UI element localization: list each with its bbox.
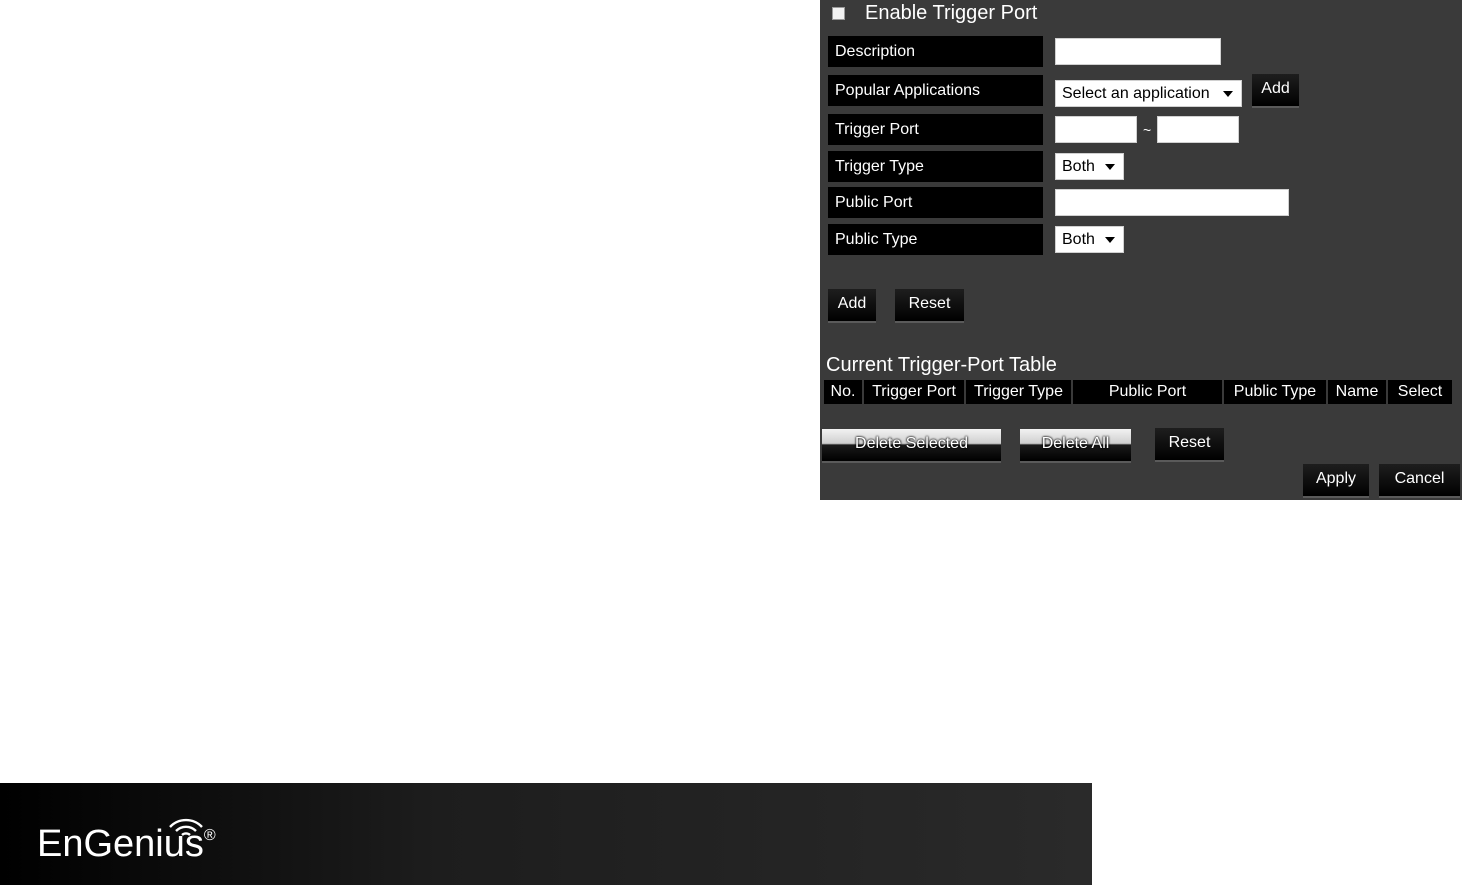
footer-bar: EnGenius® xyxy=(0,783,1092,885)
trigger-port-to-input[interactable] xyxy=(1157,116,1239,143)
public-port-label: Public Port xyxy=(828,187,1043,218)
column-header-public-port: Public Port xyxy=(1073,380,1222,404)
column-header-name: Name xyxy=(1328,380,1386,404)
caret-down-icon xyxy=(1223,91,1233,97)
delete-selected-button[interactable]: Delete Selected xyxy=(822,429,1001,461)
engenius-logo: EnGenius® xyxy=(37,823,216,866)
cancel-button[interactable]: Cancel xyxy=(1379,464,1460,496)
table-header: No. Trigger Port Trigger Type Public Por… xyxy=(824,380,1454,404)
delete-all-button[interactable]: Delete All xyxy=(1020,429,1131,461)
application-select-value: Select an application xyxy=(1062,85,1210,102)
add-application-button[interactable]: Add xyxy=(1252,74,1299,106)
trigger-port-panel: Enable Trigger Port Description Popular … xyxy=(820,0,1462,500)
column-header-no: No. xyxy=(824,380,862,404)
description-label: Description xyxy=(828,36,1043,67)
popular-applications-label: Popular Applications xyxy=(828,75,1043,106)
table-title: Current Trigger-Port Table xyxy=(826,354,1057,376)
public-port-input[interactable] xyxy=(1055,189,1289,216)
trigger-type-value: Both xyxy=(1062,158,1095,175)
enable-trigger-label: Enable Trigger Port xyxy=(865,1,1038,24)
public-type-select[interactable]: Both xyxy=(1055,226,1124,253)
public-type-label: Public Type xyxy=(828,224,1043,255)
trigger-type-select[interactable]: Both xyxy=(1055,153,1124,180)
trigger-type-label: Trigger Type xyxy=(828,151,1043,182)
column-header-public-type: Public Type xyxy=(1224,380,1326,404)
add-button[interactable]: Add xyxy=(828,289,876,321)
trigger-port-from-input[interactable] xyxy=(1055,116,1137,143)
apply-button[interactable]: Apply xyxy=(1303,464,1369,496)
column-header-select: Select xyxy=(1388,380,1452,404)
application-select[interactable]: Select an application xyxy=(1055,80,1242,107)
trigger-port-separator: ~ xyxy=(1143,122,1152,138)
reset-table-button[interactable]: Reset xyxy=(1155,428,1224,460)
column-header-trigger-port: Trigger Port xyxy=(864,380,964,404)
column-header-trigger-type: Trigger Type xyxy=(966,380,1071,404)
public-type-value: Both xyxy=(1062,231,1095,248)
caret-down-icon xyxy=(1105,237,1115,243)
enable-trigger-checkbox[interactable] xyxy=(832,6,845,20)
trigger-port-label: Trigger Port xyxy=(828,114,1043,145)
logo-text: EnGenius xyxy=(37,823,204,865)
registered-mark: ® xyxy=(203,827,216,844)
reset-form-button[interactable]: Reset xyxy=(895,289,964,321)
caret-down-icon xyxy=(1105,164,1115,170)
delete-all-label: Delete All xyxy=(1041,435,1110,452)
enable-trigger-row: Enable Trigger Port xyxy=(832,0,1037,26)
description-input[interactable] xyxy=(1055,38,1221,65)
delete-selected-label: Delete Selected xyxy=(855,435,968,452)
